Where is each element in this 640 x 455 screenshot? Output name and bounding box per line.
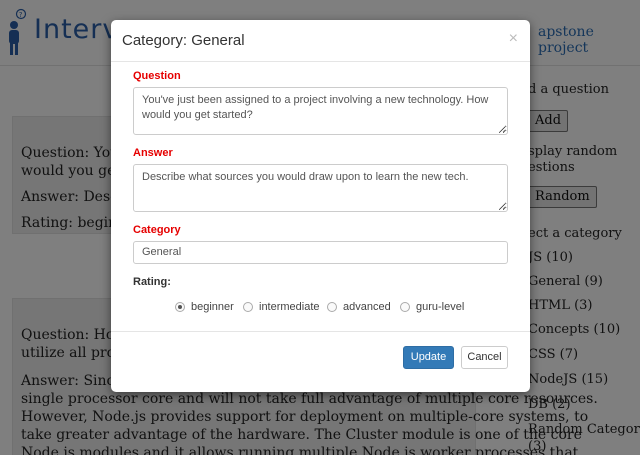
rating-option-label: beginner <box>191 301 234 313</box>
rating-option-label: intermediate <box>259 301 320 313</box>
rating-option-beginner[interactable]: beginner <box>175 301 234 313</box>
answer-text: Describe what sources you would draw upo… <box>142 171 469 183</box>
answer-textarea[interactable]: Describe what sources you would draw upo… <box>133 164 508 212</box>
question-text: You've just been assigned to a project i… <box>142 94 489 121</box>
close-icon[interactable]: × <box>509 30 518 48</box>
rating-option-guru-level[interactable]: guru-level <box>400 301 464 313</box>
radio-checked-icon[interactable] <box>175 302 185 312</box>
category-label: Category <box>133 224 181 236</box>
modal-header: Category: General × <box>111 20 530 62</box>
update-button[interactable]: Update <box>403 346 454 369</box>
modal-title: Category: General <box>122 32 245 49</box>
category-input[interactable]: General <box>133 241 508 264</box>
resize-grip-icon[interactable] <box>499 126 506 133</box>
answer-label: Answer <box>133 147 173 159</box>
question-label: Question <box>133 70 181 82</box>
question-textarea[interactable]: You've just been assigned to a project i… <box>133 87 508 135</box>
edit-question-modal: Category: General × Question You've just… <box>111 20 530 392</box>
rating-label: Rating: <box>133 276 171 288</box>
radio-icon[interactable] <box>400 302 410 312</box>
rating-option-label: guru-level <box>416 301 465 313</box>
rating-option-advanced[interactable]: advanced <box>327 301 391 313</box>
radio-icon[interactable] <box>327 302 337 312</box>
resize-grip-icon[interactable] <box>499 203 506 210</box>
rating-option-intermediate[interactable]: intermediate <box>243 301 320 313</box>
radio-icon[interactable] <box>243 302 253 312</box>
rating-option-label: advanced <box>343 301 391 313</box>
modal-footer: Update Cancel <box>111 331 530 392</box>
cancel-button[interactable]: Cancel <box>461 346 508 369</box>
